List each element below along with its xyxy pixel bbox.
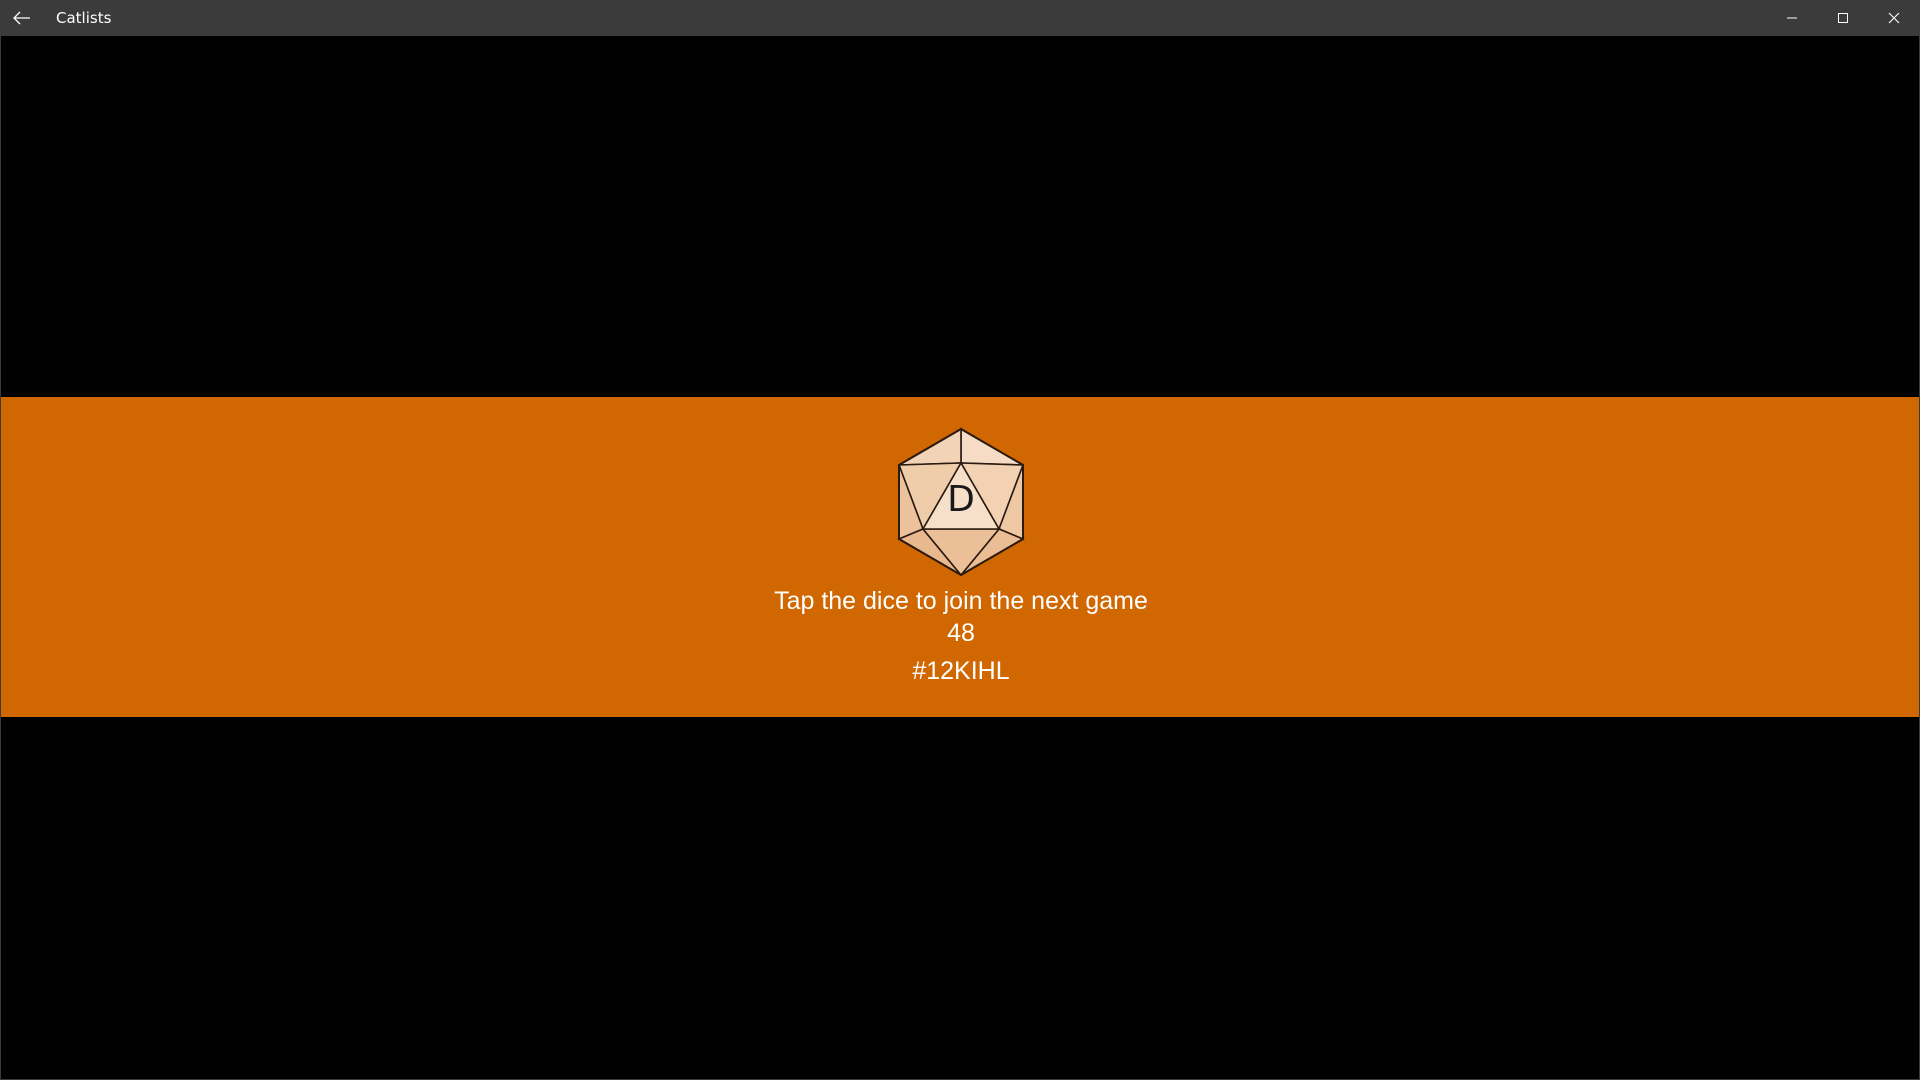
arrow-left-icon (13, 11, 30, 25)
minimize-icon (1786, 17, 1797, 19)
title-bar: Catlists (1, 0, 1919, 36)
back-button[interactable] (1, 0, 43, 36)
app-window: Catlists D Tap the dice to join the next… (0, 0, 1920, 1080)
game-code: #12KIHL (912, 657, 1010, 685)
close-button[interactable] (1868, 0, 1919, 36)
app-title: Catlists (56, 9, 112, 27)
join-instruction: Tap the dice to join the next game (774, 587, 1148, 615)
close-icon (1888, 12, 1899, 24)
maximize-icon (1837, 13, 1848, 23)
d20-icosahedron-icon[interactable] (895, 427, 1027, 577)
maximize-button[interactable] (1817, 0, 1868, 36)
countdown-value: 48 (947, 619, 975, 647)
caption-buttons (1766, 0, 1919, 36)
minimize-button[interactable] (1766, 0, 1817, 36)
